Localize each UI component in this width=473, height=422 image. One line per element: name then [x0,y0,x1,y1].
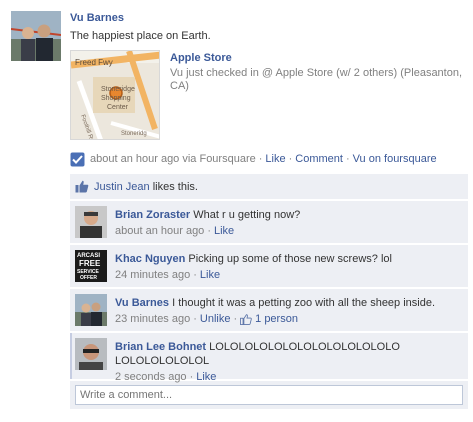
map-center-label: Center [107,104,129,111]
comment-timestamp: about an hour ago [115,225,205,237]
comment-item: Brian Lee Bohnet LOLOLOLOLOLOLOLOLOLOLOL… [70,333,468,383]
comment-composer [70,381,468,409]
comment-likes-count[interactable]: 1 person [255,312,298,326]
app-link[interactable]: Vu on foursquare [353,153,437,165]
post-message: The happiest place on Earth. [70,30,211,42]
likes-text: likes this. [152,180,198,193]
like-link[interactable]: Like [265,153,285,165]
map-road-label: Freed Fwy [75,58,113,67]
comment-link[interactable]: Comment [295,153,343,165]
commenter-avatar[interactable] [75,294,107,326]
comment-author[interactable]: Khac Nguyen [115,253,185,265]
comment-item: ARCASI FREE SERVICE OFFER Khac Nguyen Pi… [70,245,468,287]
comment-author[interactable]: Vu Barnes [115,297,169,309]
foursquare-icon [70,152,85,167]
comment-like-link[interactable]: Like [200,268,220,282]
comment-author[interactable]: Brian Lee Bohnet [115,341,206,353]
commenter-avatar[interactable] [75,206,107,238]
separator: · [258,153,263,165]
comment-item: Vu Barnes I thought it was a petting zoo… [70,289,468,331]
separator: · [345,153,350,165]
comment-author[interactable]: Brian Zoraster [115,209,190,221]
comment-text: I thought it was a petting zoo with all … [172,297,436,309]
thumbs-up-icon [75,180,89,193]
map-center-label: Stoneridge [101,86,135,93]
poster-avatar[interactable] [11,11,61,61]
map-center-label: Shopping [101,95,131,102]
feedback-section: Justin Jean likes this. Brian Zoraster W… [70,174,468,409]
comment-like-link[interactable]: Like [214,224,234,238]
checkin-text: Vu just checked in @ Apple Store (w/ 2 o… [170,67,463,92]
comment-input[interactable] [75,385,463,405]
separator: · [288,153,293,165]
comment-like-link[interactable]: Like [196,370,216,384]
place-name-link[interactable]: Apple Store [170,52,232,64]
commenter-avatar[interactable]: ARCASI FREE SERVICE OFFER [75,250,107,282]
comment-text: Picking up some of those new screws? lol [188,253,392,265]
commenter-avatar[interactable] [75,338,107,370]
map-road-label: Stoneridg [121,131,147,137]
avatar-text: OFFER [80,275,97,281]
liker-name[interactable]: Justin Jean [94,181,150,193]
post-timestamp[interactable]: about an hour ago via Foursquare [90,153,256,165]
comment-item: Brian Zoraster What r u getting now? abo… [70,201,468,243]
map-thumbnail[interactable]: Freed Fwy Stoneridge Shopping Center Foo… [70,50,160,140]
comment-timestamp: 24 minutes ago [115,269,191,281]
thumbs-up-icon [240,313,252,325]
comment-timestamp: 2 seconds ago [115,371,187,383]
poster-name[interactable]: Vu Barnes [70,12,124,24]
likes-summary: Justin Jean likes this. [70,174,468,199]
comment-timestamp: 23 minutes ago [115,313,191,325]
avatar-text: FREE [79,259,101,268]
post-meta-row: about an hour ago via Foursquare · Like … [70,151,437,167]
comment-text: What r u getting now? [193,209,301,221]
comment-unlike-link[interactable]: Unlike [200,312,231,326]
